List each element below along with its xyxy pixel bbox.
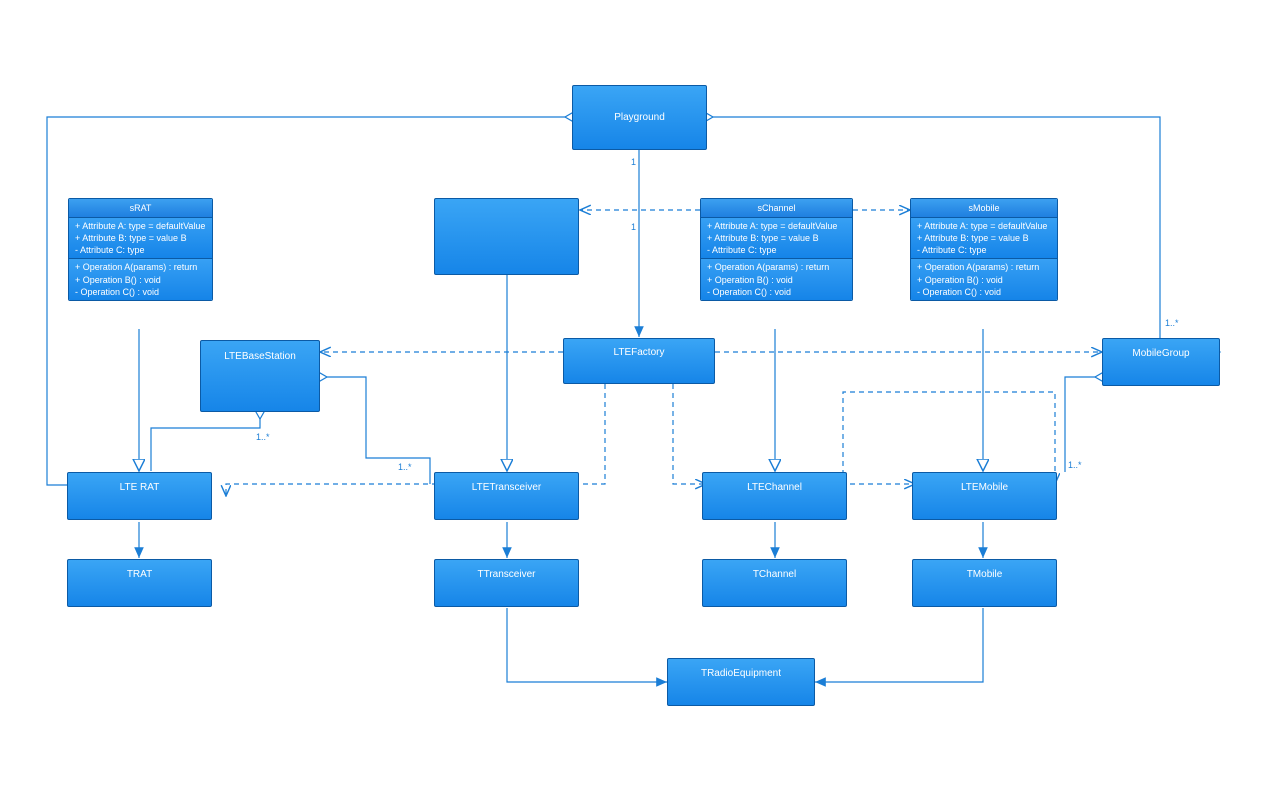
svg-text:1..*: 1..* xyxy=(398,462,412,472)
class-trat: TRAT xyxy=(67,559,212,607)
label: Playground xyxy=(614,112,665,123)
class-ttransceiver: TTransceiver xyxy=(434,559,579,607)
class-mobilegroup: MobileGroup xyxy=(1102,338,1220,386)
label: LTETransceiver xyxy=(472,482,541,493)
class-title: sRAT xyxy=(69,199,212,218)
class-trx: Trx xyxy=(434,198,579,275)
svg-text:1: 1 xyxy=(631,222,636,232)
class-ltechannel: LTEChannel xyxy=(702,472,847,520)
label: TRAT xyxy=(127,569,152,580)
class-ltebasestation: LTEBaseStation xyxy=(200,340,320,412)
uml-diagram: 1 1 1..* 1..* 1..* 1..* Playground sRAT … xyxy=(0,0,1269,799)
class-lterat: LTE RAT xyxy=(67,472,212,520)
class-smobile: sMobile + Attribute A: type = defaultVal… xyxy=(910,198,1058,301)
label: TMobile xyxy=(967,569,1003,580)
class-tchannel: TChannel xyxy=(702,559,847,607)
class-tmobile: TMobile xyxy=(912,559,1057,607)
class-ltefactory: LTEFactory xyxy=(563,338,715,384)
class-title: sMobile xyxy=(911,199,1057,218)
label: LTEFactory xyxy=(614,347,665,358)
operations: + Operation A(params) : return + Operati… xyxy=(911,259,1057,299)
attributes: + Attribute A: type = defaultValue + Att… xyxy=(701,218,852,259)
label: TChannel xyxy=(753,569,796,580)
class-ltemobile: LTEMobile xyxy=(912,472,1057,520)
svg-text:1..*: 1..* xyxy=(1165,318,1179,328)
class-title: sChannel xyxy=(701,199,852,218)
class-tradioequipment: TRadioEquipment xyxy=(667,658,815,706)
class-srat: sRAT + Attribute A: type = defaultValue … xyxy=(68,198,213,301)
attributes: + Attribute A: type = defaultValue + Att… xyxy=(69,218,212,259)
class-schannel: sChannel + Attribute A: type = defaultVa… xyxy=(700,198,853,301)
label: LTEBaseStation xyxy=(224,351,296,362)
label: LTEChannel xyxy=(747,482,802,493)
label: LTEMobile xyxy=(961,482,1008,493)
operations: + Operation A(params) : return + Operati… xyxy=(701,259,852,299)
svg-text:1: 1 xyxy=(631,157,636,167)
class-playground: Playground xyxy=(572,85,707,150)
class-ltetransceiver: LTETransceiver xyxy=(434,472,579,520)
label: TTransceiver xyxy=(478,569,536,580)
svg-text:1..*: 1..* xyxy=(1068,460,1082,470)
attributes: + Attribute A: type = defaultValue + Att… xyxy=(911,218,1057,259)
label: MobileGroup xyxy=(1132,348,1189,359)
svg-text:1..*: 1..* xyxy=(256,432,270,442)
label: LTE RAT xyxy=(120,482,160,493)
label: TRadioEquipment xyxy=(701,668,781,679)
operations: + Operation A(params) : return + Operati… xyxy=(69,259,212,299)
